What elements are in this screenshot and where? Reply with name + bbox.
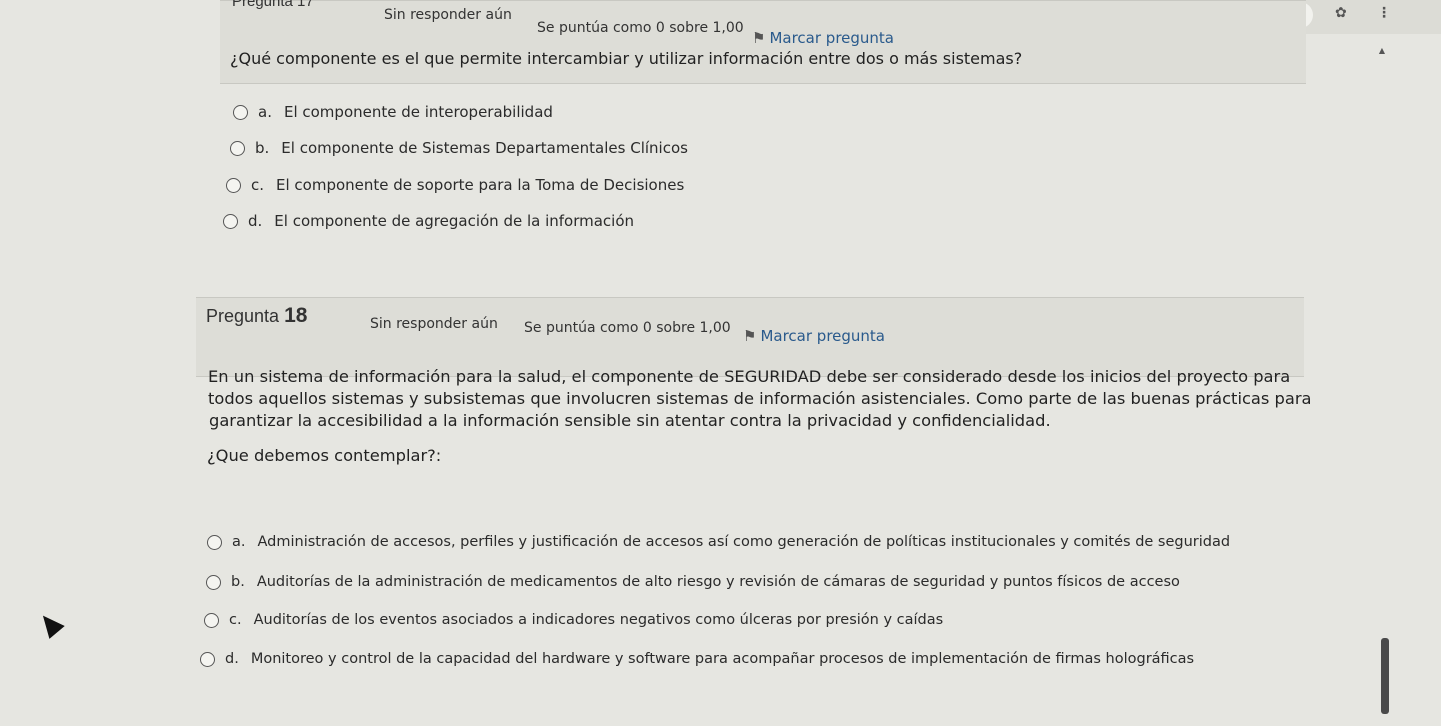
question-18-status: Sin responder aún	[370, 316, 498, 332]
kebab-menu-icon[interactable]: ⋮	[1377, 5, 1391, 21]
flag-label: Marcar pregunta	[760, 327, 885, 345]
radio-button[interactable]	[207, 534, 222, 550]
q18-option-c[interactable]: c. Auditorías de los eventos asociados a …	[204, 612, 943, 628]
radio-button[interactable]	[206, 574, 221, 590]
q17-option-a[interactable]: a. El componente de interoperabilidad	[233, 103, 553, 121]
radio-button[interactable]	[226, 177, 241, 193]
flag-icon: ⚑	[743, 327, 757, 345]
question-18-text-line-3: garantizar la accesibilidad a la informa…	[209, 411, 1051, 430]
flag-icon: ⚑	[752, 29, 766, 47]
question-17-status: Sin responder aún	[384, 7, 512, 23]
question-18-text-line-2: todos aquellos sistemas y subsistemas qu…	[208, 389, 1312, 408]
radio-button[interactable]	[233, 104, 248, 120]
q18-option-b[interactable]: b. Auditorías de la administración de med…	[206, 574, 1180, 590]
q17-option-c[interactable]: c. El componente de soporte para la Toma …	[226, 176, 684, 194]
question-18-flag-button[interactable]: ⚑ Marcar pregunta	[743, 327, 885, 345]
q17-option-b[interactable]: b. El componente de Sistemas Departamenta…	[230, 139, 688, 157]
scroll-up-arrow-icon[interactable]: ▲	[1379, 46, 1385, 55]
extension-icon[interactable]: ✿	[1335, 5, 1347, 21]
question-17-score: Se puntúa como 0 sobre 1,00	[537, 20, 744, 36]
scrollbar-thumb[interactable]	[1381, 638, 1389, 714]
question-18-prompt: ¿Que debemos contemplar?:	[207, 446, 442, 465]
q18-option-d[interactable]: d. Monitoreo y control de la capacidad de…	[200, 651, 1194, 667]
question-17-number: Pregunta 17	[232, 0, 314, 10]
question-17-text: ¿Qué componente es el que permite interc…	[230, 49, 1023, 68]
question-18-number: Pregunta 18	[206, 304, 308, 327]
q17-option-d[interactable]: d. El componente de agregación de la info…	[223, 212, 634, 230]
radio-button[interactable]	[223, 213, 238, 229]
mouse-cursor-icon	[35, 609, 65, 639]
q18-option-a[interactable]: a. Administración de accesos, perfiles y …	[207, 534, 1230, 550]
radio-button[interactable]	[200, 651, 215, 667]
question-18-text-line-1: En un sistema de información para la sal…	[208, 367, 1291, 386]
question-18-score: Se puntúa como 0 sobre 1,00	[524, 320, 731, 336]
radio-button[interactable]	[204, 612, 219, 628]
radio-button[interactable]	[230, 140, 245, 156]
question-17-flag-button[interactable]: ⚑ Marcar pregunta	[752, 29, 894, 47]
flag-label: Marcar pregunta	[769, 29, 894, 47]
